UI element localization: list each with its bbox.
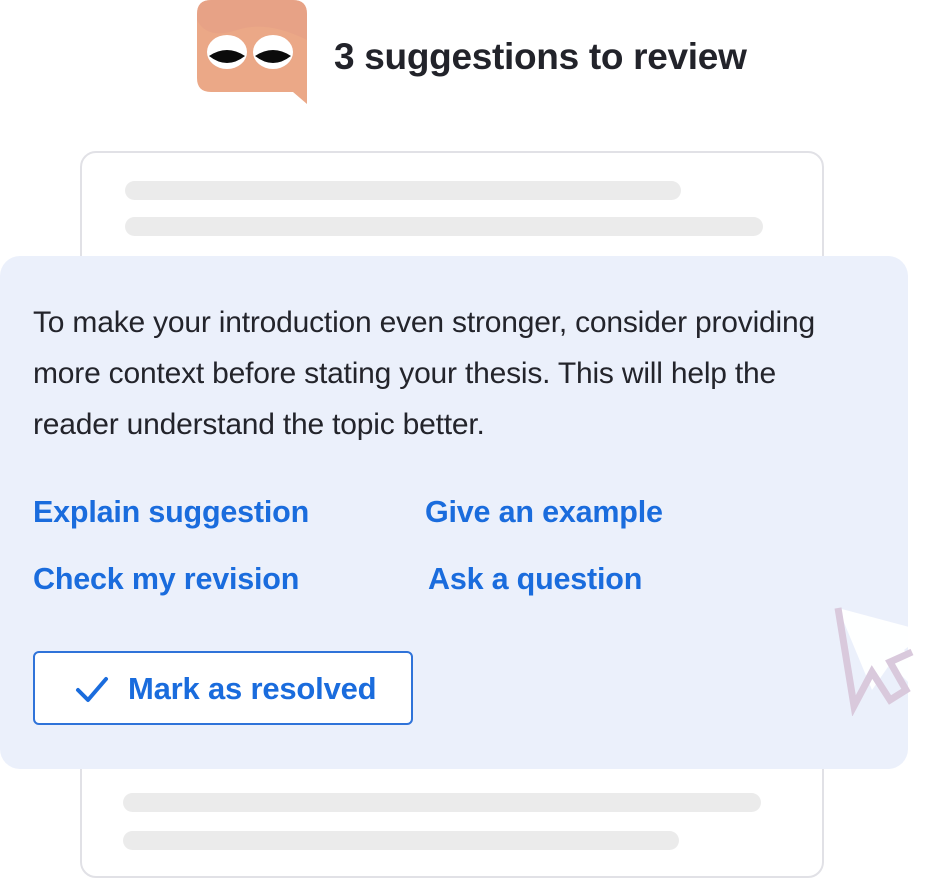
text-placeholder-line [125,217,763,236]
suggestion-text: To make your introduction even stronger,… [33,306,815,441]
mark-as-resolved-button[interactable]: Mark as resolved [33,651,413,725]
text-placeholder-line [123,793,761,812]
page-title: 3 suggestions to review [334,36,747,77]
text-placeholder-line [123,831,679,850]
mouse-pointer-icon [834,607,928,716]
eyes-speech-bubble-icon [197,0,307,104]
explain-suggestion-link[interactable]: Explain suggestion [33,495,309,530]
text-placeholder-line [125,181,681,200]
mark-as-resolved-label: Mark as resolved [128,671,377,706]
ask-question-link[interactable]: Ask a question [428,562,642,597]
checkmark-icon [76,677,108,702]
check-revision-link[interactable]: Check my revision [33,562,299,597]
give-example-link[interactable]: Give an example [425,495,663,530]
